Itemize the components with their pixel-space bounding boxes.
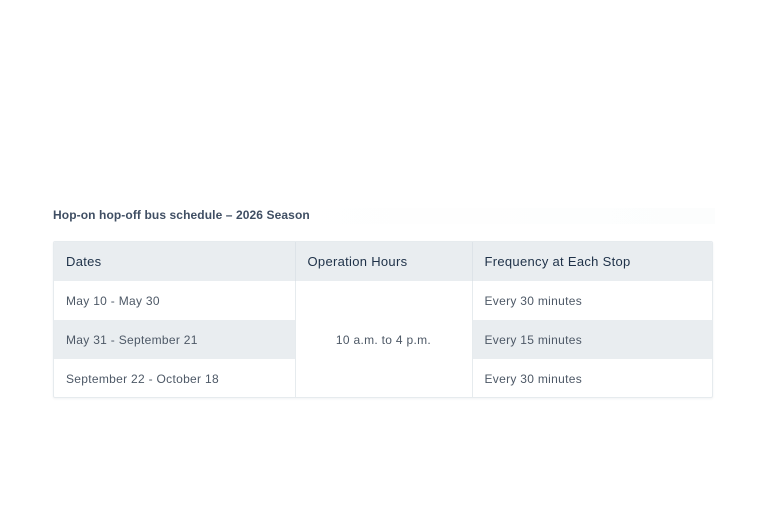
page: Hop-on hop-off bus schedule – 2026 Seaso… xyxy=(0,0,768,512)
frequency-cell: Every 15 minutes xyxy=(472,320,712,359)
column-header-dates: Dates xyxy=(54,242,296,281)
frequency-cell: Every 30 minutes xyxy=(484,293,583,308)
column-header-frequency: Frequency at Each Stop xyxy=(472,242,712,281)
operation-hours-cell: 10 a.m. to 4 p.m. xyxy=(295,281,473,397)
table-row: May 10 - May 30 10 a.m. to 4 p.m. Every … xyxy=(54,281,712,397)
column-header-operation-hours: Operation Hours xyxy=(295,242,473,281)
frequency-cell: Every 30 minutes xyxy=(484,371,583,386)
dates-cell: September 22 - October 18 xyxy=(54,359,296,397)
table-caption: Hop-on hop-off bus schedule – 2026 Seaso… xyxy=(53,208,715,224)
dates-cell: May 10 - May 30 xyxy=(54,281,296,320)
schedule-table: Dates Operation Hours Frequency at Each … xyxy=(53,241,713,398)
table-header-row: Dates Operation Hours Frequency at Each … xyxy=(54,242,712,281)
dates-cell: May 31 - September 21 xyxy=(54,320,296,359)
